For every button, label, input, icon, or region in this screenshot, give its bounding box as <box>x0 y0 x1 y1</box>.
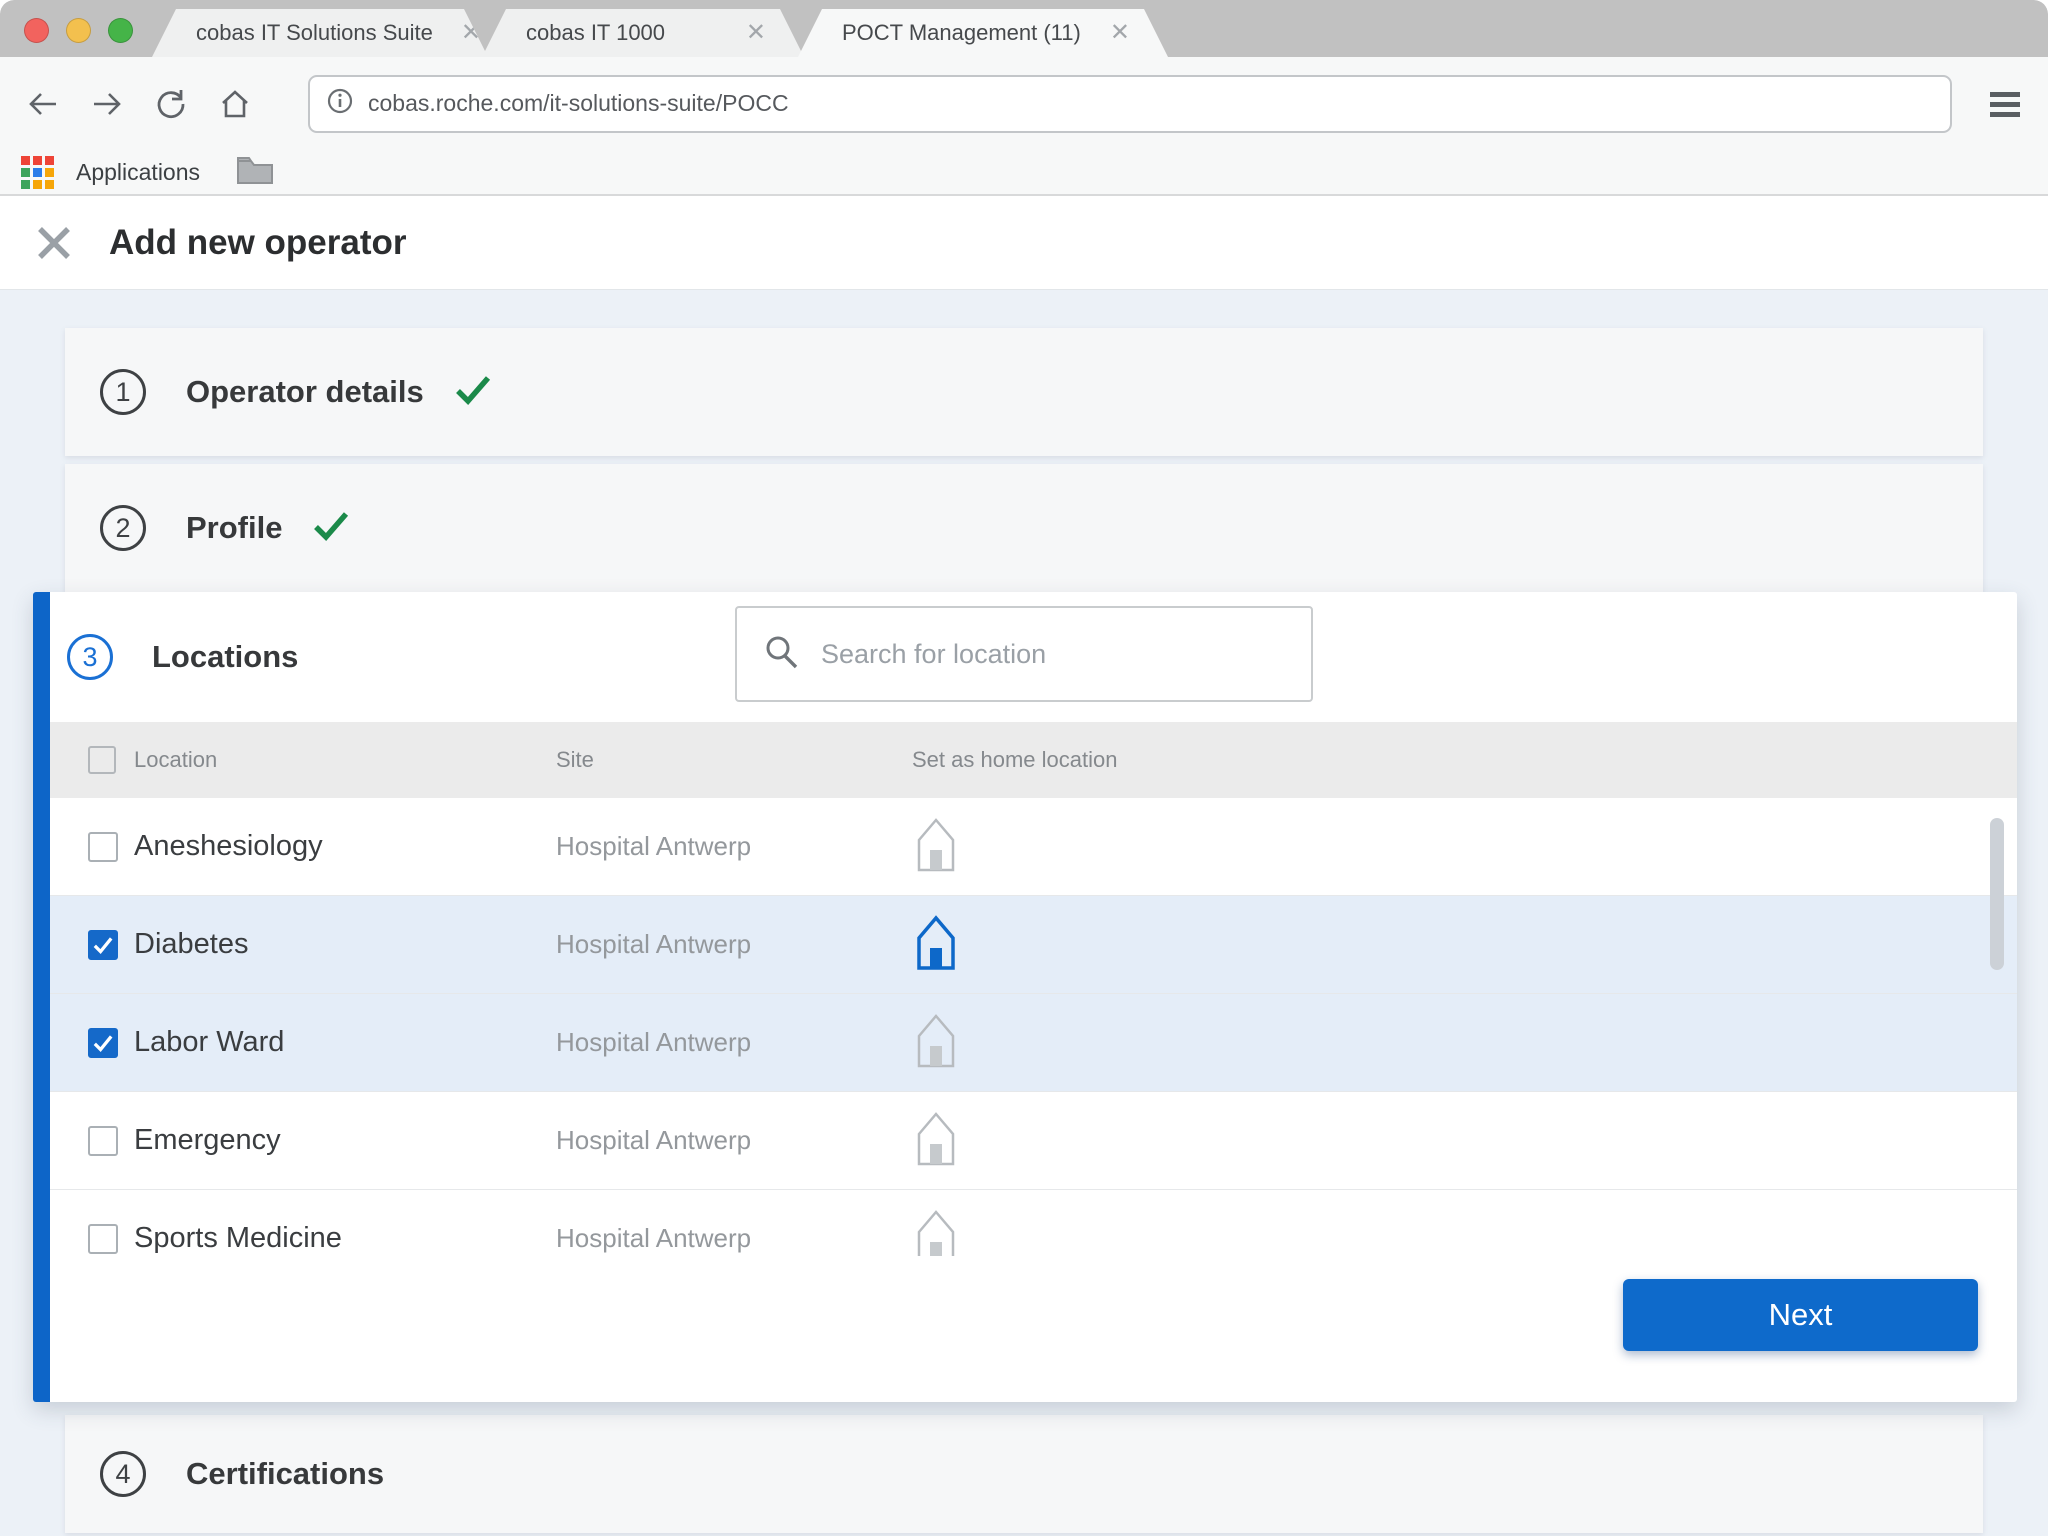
site-name: Hospital Antwerp <box>556 929 912 960</box>
info-icon[interactable] <box>326 87 354 120</box>
select-all-checkbox[interactable] <box>88 746 116 774</box>
tab-label: POCT Management (11) <box>842 20 1081 46</box>
row-checkbox[interactable] <box>88 832 118 862</box>
back-arrow-icon[interactable] <box>26 87 60 121</box>
row-checkbox[interactable] <box>88 1224 118 1254</box>
step-label: Certifications <box>186 1456 384 1492</box>
next-button[interactable]: Next <box>1623 1279 1978 1351</box>
hamburger-menu-icon[interactable] <box>1988 89 2022 119</box>
site-name: Hospital Antwerp <box>556 831 912 862</box>
reload-icon[interactable] <box>154 87 188 121</box>
table-row[interactable]: Diabetes Hospital Antwerp <box>50 896 2017 994</box>
browser-toolbar: cobas.roche.com/it-solutions-suite/POCC <box>0 57 2048 150</box>
search-icon <box>763 634 799 675</box>
tab-label: cobas IT 1000 <box>526 20 665 46</box>
location-name: Emergency <box>130 1124 556 1157</box>
home-location-icon[interactable] <box>912 1109 960 1167</box>
step-profile[interactable]: 2 Profile <box>65 464 1983 592</box>
home-icon[interactable] <box>218 87 252 121</box>
site-name: Hospital Antwerp <box>556 1125 912 1156</box>
tab-cobas-it-solutions-suite[interactable]: cobas IT Solutions Suite ✕ <box>152 9 488 57</box>
step-number: 1 <box>100 369 146 415</box>
home-location-icon[interactable] <box>912 1011 960 1069</box>
folder-icon[interactable] <box>236 155 274 190</box>
table-row[interactable]: Emergency Hospital Antwerp <box>50 1092 2017 1190</box>
row-checkbox[interactable] <box>88 1028 118 1058</box>
maximize-window-icon[interactable] <box>108 18 133 43</box>
tab-close-icon[interactable]: ✕ <box>461 21 481 45</box>
search-input[interactable] <box>821 639 1285 670</box>
step-certifications[interactable]: 4 Certifications <box>65 1415 1983 1533</box>
tab-label: cobas IT Solutions Suite <box>196 20 433 46</box>
wizard-content: 1 Operator details 2 Profile 3 Locations <box>0 290 2048 1536</box>
column-header-location: Location <box>130 747 556 773</box>
row-checkbox[interactable] <box>88 930 118 960</box>
applications-bookmark[interactable]: Applications <box>76 159 200 186</box>
column-header-home: Set as home location <box>912 747 2017 773</box>
tab-close-icon[interactable]: ✕ <box>1110 21 1130 45</box>
table-row[interactable]: Sports Medicine Hospital Antwerp <box>50 1190 2017 1256</box>
step-number: 4 <box>100 1451 146 1497</box>
url-text: cobas.roche.com/it-solutions-suite/POCC <box>368 90 789 117</box>
site-name: Hospital Antwerp <box>556 1223 912 1254</box>
tab-cobas-it-1000[interactable]: cobas IT 1000 ✕ <box>482 9 804 57</box>
step-number: 2 <box>100 505 146 551</box>
step-label: Operator details <box>186 374 424 410</box>
window-controls <box>24 18 133 43</box>
scrollbar-thumb[interactable] <box>1990 818 2004 970</box>
step-complete-check-icon <box>454 374 492 411</box>
step-number: 3 <box>67 634 113 680</box>
site-name: Hospital Antwerp <box>556 1027 912 1058</box>
tab-strip: cobas IT Solutions Suite ✕ cobas IT 1000… <box>158 9 1168 57</box>
bookmarks-bar: Applications <box>0 150 2048 196</box>
table-row[interactable]: Aneshesiology Hospital Antwerp <box>50 798 2017 896</box>
step-locations-panel: 3 Locations Location Site Set as hom <box>33 592 2017 1402</box>
home-location-icon[interactable] <box>912 815 960 873</box>
step-label: Locations <box>152 639 298 675</box>
minimize-window-icon[interactable] <box>66 18 91 43</box>
location-name: Diabetes <box>130 928 556 961</box>
step-complete-check-icon <box>312 510 350 547</box>
table-row[interactable]: Labor Ward Hospital Antwerp <box>50 994 2017 1092</box>
close-dialog-icon[interactable] <box>35 224 73 262</box>
step-label: Profile <box>186 510 282 546</box>
location-list: Aneshesiology Hospital Antwerp Diabetes … <box>50 798 2017 1256</box>
page-title: Add new operator <box>109 223 407 263</box>
step-operator-details[interactable]: 1 Operator details <box>65 328 1983 456</box>
tab-poct-management[interactable]: POCT Management (11) ✕ <box>798 9 1168 57</box>
home-location-icon[interactable] <box>912 913 960 971</box>
table-header: Location Site Set as home location <box>50 722 2017 798</box>
dialog-header: Add new operator <box>0 196 2048 290</box>
location-search <box>735 606 1313 702</box>
location-name: Labor Ward <box>130 1026 556 1059</box>
row-checkbox[interactable] <box>88 1126 118 1156</box>
address-bar[interactable]: cobas.roche.com/it-solutions-suite/POCC <box>308 75 1952 133</box>
browser-window: cobas IT Solutions Suite ✕ cobas IT 1000… <box>0 0 2048 1536</box>
location-name: Sports Medicine <box>130 1222 556 1255</box>
location-name: Aneshesiology <box>130 830 556 863</box>
column-header-site: Site <box>556 747 912 773</box>
tab-close-icon[interactable]: ✕ <box>746 21 766 45</box>
tab-bar: cobas IT Solutions Suite ✕ cobas IT 1000… <box>0 0 2048 57</box>
apps-grid-icon[interactable] <box>21 156 54 189</box>
home-location-icon[interactable] <box>912 1207 960 1256</box>
close-window-icon[interactable] <box>24 18 49 43</box>
forward-arrow-icon[interactable] <box>90 87 124 121</box>
